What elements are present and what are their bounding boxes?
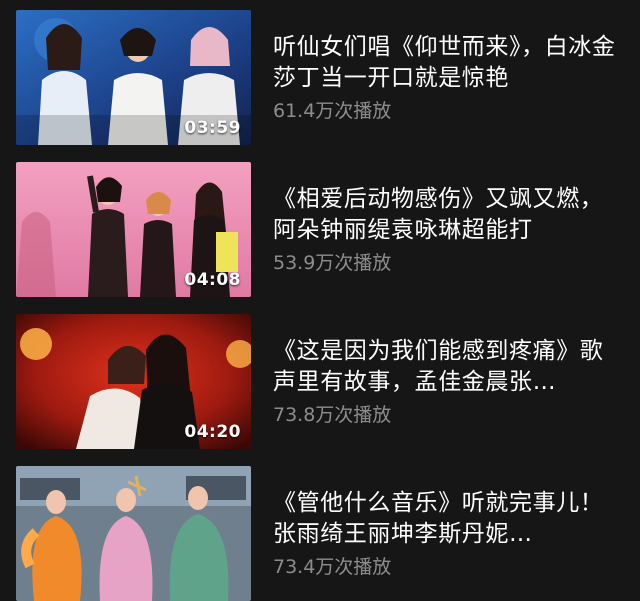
video-list: 03:59 听仙女们唱《仰世而来》，白冰金莎丁当一开口就是惊艳 61.4万次播放 (0, 0, 640, 601)
thumbnail-image (16, 466, 251, 601)
video-item[interactable]: 04:08 《相爱后动物感伤》又飒又燃，阿朵钟丽缇袁咏琳超能打 53.9万次播放 (0, 162, 640, 297)
video-duration: 04:20 (184, 422, 241, 442)
video-thumbnail[interactable]: 03:59 (16, 10, 251, 145)
video-info: 《管他什么音乐》听就完事儿！张雨绮王丽坤李斯丹妮… 73.4万次播放 (273, 488, 618, 580)
video-info: 听仙女们唱《仰世而来》，白冰金莎丁当一开口就是惊艳 61.4万次播放 (273, 32, 618, 124)
video-title[interactable]: 《管他什么音乐》听就完事儿！张雨绮王丽坤李斯丹妮… (273, 488, 618, 550)
video-title[interactable]: 《相爱后动物感伤》又飒又燃，阿朵钟丽缇袁咏琳超能打 (273, 184, 618, 246)
video-item[interactable]: 04:20 《这是因为我们能感到疼痛》歌声里有故事，孟佳金晨张… 73.8万次播… (0, 314, 640, 449)
video-info: 《相爱后动物感伤》又飒又燃，阿朵钟丽缇袁咏琳超能打 53.9万次播放 (273, 184, 618, 276)
video-duration: 04:08 (184, 270, 241, 290)
video-info: 《这是因为我们能感到疼痛》歌声里有故事，孟佳金晨张… 73.8万次播放 (273, 336, 618, 428)
video-view-count: 61.4万次播放 (273, 100, 392, 122)
video-title[interactable]: 《这是因为我们能感到疼痛》歌声里有故事，孟佳金晨张… (273, 336, 618, 398)
video-thumbnail[interactable]: 04:08 (16, 162, 251, 297)
video-thumbnail[interactable]: 04:20 (16, 314, 251, 449)
video-item[interactable]: 03:59 听仙女们唱《仰世而来》，白冰金莎丁当一开口就是惊艳 61.4万次播放 (0, 10, 640, 145)
video-duration: 03:59 (184, 118, 241, 138)
video-thumbnail[interactable] (16, 466, 251, 601)
video-view-count: 73.4万次播放 (273, 556, 392, 578)
video-title[interactable]: 听仙女们唱《仰世而来》，白冰金莎丁当一开口就是惊艳 (273, 32, 618, 94)
video-view-count: 73.8万次播放 (273, 404, 392, 426)
video-item[interactable]: 《管他什么音乐》听就完事儿！张雨绮王丽坤李斯丹妮… 73.4万次播放 (0, 466, 640, 601)
video-view-count: 53.9万次播放 (273, 252, 392, 274)
